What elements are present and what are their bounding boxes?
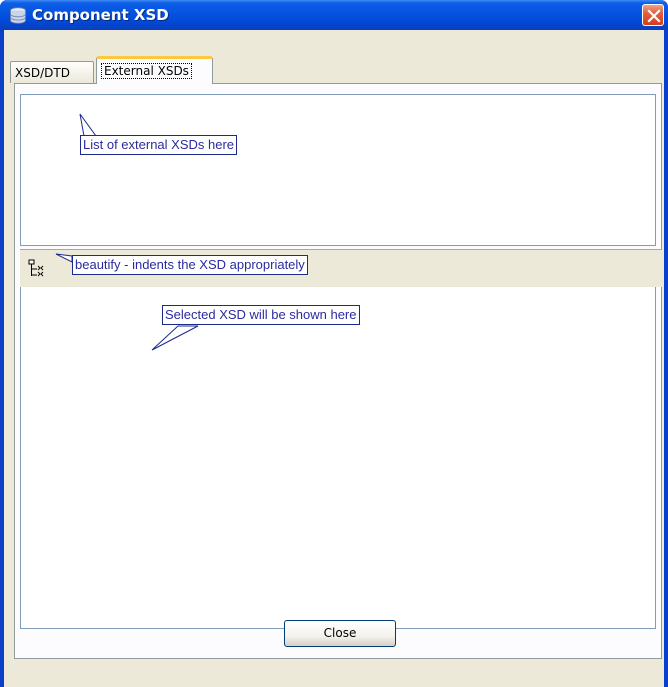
annotation-beautify: beautify - indents the XSD appropriately — [72, 255, 308, 275]
callout-pointers — [55, 113, 199, 351]
annotation-selected-xsd: Selected XSD will be shown here — [162, 305, 360, 325]
component-xsd-dialog: Component XSD XSD/DTD External XSDs Clos… — [0, 0, 668, 687]
annotation-external-list: List of external XSDs here — [80, 135, 238, 155]
